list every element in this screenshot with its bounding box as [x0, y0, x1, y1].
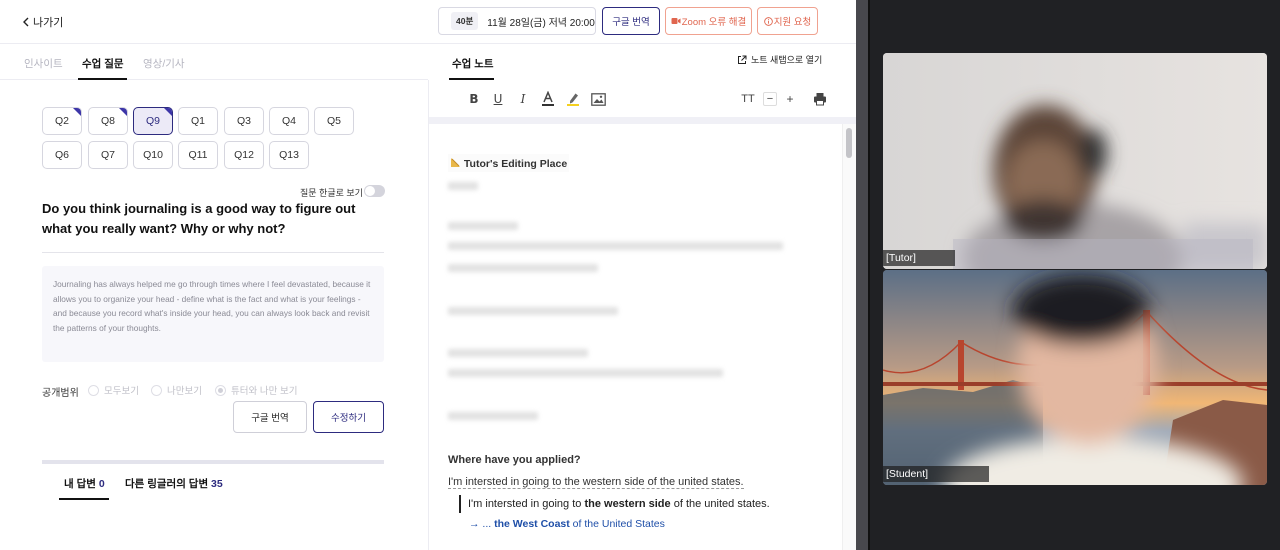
radio-icon	[151, 384, 162, 396]
chevron-left-icon	[23, 17, 29, 27]
session-info: 40분 11월 28일(금) 저녁 20:00	[438, 7, 596, 35]
left-tabs: 인사이트 수업 질문 영상/기사	[0, 44, 428, 80]
google-translate-button[interactable]: 구글 번역	[602, 7, 660, 35]
divider	[42, 252, 384, 253]
toolbar-divider	[429, 117, 856, 124]
blurred-note-line	[448, 307, 618, 315]
visibility-option-me[interactable]: 나만보기	[151, 383, 202, 397]
korean-toggle-label: 질문 한글로 보기	[300, 188, 363, 198]
answered-marker	[119, 108, 127, 116]
blurred-note-line	[448, 222, 518, 230]
answered-marker	[164, 108, 172, 116]
korean-toggle-switch[interactable]	[364, 185, 385, 197]
question-chip[interactable]: Q8	[88, 107, 128, 135]
window-divider[interactable]	[856, 0, 868, 550]
open-note-new-tab-link[interactable]: 노트 새탭으로 열기	[737, 53, 822, 66]
editor-toolbar: B U I TT − +	[429, 80, 856, 118]
question-chip[interactable]: Q3	[224, 107, 264, 135]
highlighter-icon[interactable]	[565, 90, 581, 108]
ruler-pencil-icon	[450, 157, 461, 168]
student-video-feed	[883, 270, 1267, 485]
student-name-label: [Student]	[883, 466, 989, 482]
active-tab-indicator	[59, 498, 109, 500]
note-tab-title[interactable]: 수업 노트	[452, 56, 494, 71]
answers-tabs: 내 답변 0 다른 링글러의 답변 35	[42, 464, 384, 500]
radio-checked-icon	[215, 384, 226, 396]
visibility-option-tutor-me[interactable]: 튜터와 나만 보기	[215, 383, 297, 397]
editor-scrollbar-thumb[interactable]	[846, 128, 852, 158]
note-correction: → ... the West Coast of the United State…	[469, 518, 665, 530]
visibility-label: 공개범위	[42, 388, 79, 399]
italic-icon[interactable]: I	[516, 90, 530, 108]
back-button[interactable]: 나가기	[22, 14, 63, 30]
bold-icon[interactable]: B	[467, 90, 481, 108]
active-tab-indicator	[78, 78, 127, 80]
tutor-video-feed	[883, 53, 1267, 269]
tutor-name-label: [Tutor]	[883, 250, 955, 266]
tab-others-answers[interactable]: 다른 링글러의 답변 35	[125, 476, 223, 491]
note-quote: I'm intersted in going to the western si…	[459, 495, 770, 513]
editor-scrollbar[interactable]	[842, 124, 856, 550]
session-time: 11월 28일(금) 저녁 20:00	[487, 17, 595, 29]
back-label: 나가기	[33, 17, 64, 29]
blurred-note-line	[448, 264, 598, 272]
question-chip[interactable]: Q10	[133, 141, 173, 169]
tutor-video-tile: [Tutor]	[883, 53, 1267, 269]
tab-video-article[interactable]: 영상/기사	[143, 56, 185, 71]
blurred-note-line	[448, 349, 588, 357]
question-chip[interactable]: Q4	[269, 107, 309, 135]
question-chip[interactable]: Q11	[178, 141, 218, 169]
translate-answer-button[interactable]: 구글 번역	[233, 401, 307, 433]
external-link-icon	[738, 55, 747, 64]
support-request-label: 지원 요청	[773, 17, 812, 28]
radio-icon	[88, 384, 99, 396]
question-chip[interactable]: Q2	[42, 107, 82, 135]
decrease-font-button[interactable]: −	[763, 92, 777, 106]
increase-font-button[interactable]: +	[783, 90, 797, 108]
print-icon[interactable]	[812, 90, 828, 108]
zoom-error-button[interactable]: Zoom 오류 해결	[665, 7, 752, 35]
edit-answer-button[interactable]: 수정하기	[313, 401, 384, 433]
font-size-icon[interactable]: TT	[740, 90, 756, 108]
image-icon[interactable]	[590, 90, 606, 108]
question-chip-active[interactable]: Q9	[133, 107, 173, 135]
zoom-error-label: Zoom 오류 해결	[681, 17, 747, 28]
note-original-answer: I'm intersted in going to the western si…	[448, 476, 744, 489]
my-answer-text: Journaling has always helped me go throu…	[42, 266, 384, 362]
answered-marker	[73, 108, 81, 116]
question-chip[interactable]: Q6	[42, 141, 82, 169]
tab-questions[interactable]: 수업 질문	[82, 56, 124, 71]
tab-my-answers[interactable]: 내 답변 0	[64, 476, 105, 491]
question-chip[interactable]: Q5	[314, 107, 354, 135]
text-color-icon[interactable]	[540, 90, 556, 108]
blurred-note-line	[448, 369, 723, 377]
question-chip[interactable]: Q7	[88, 141, 128, 169]
visibility-option-all[interactable]: 모두보기	[88, 383, 139, 397]
tutor-editing-place-heading: Tutor's Editing Place	[448, 154, 570, 172]
student-video-tile: [Student]	[883, 270, 1267, 485]
support-request-button[interactable]: 지원 요청	[757, 7, 818, 35]
session-duration-badge: 40분	[451, 12, 479, 30]
note-editor[interactable]: Tutor's Editing Place Where have you app…	[429, 124, 842, 550]
blurred-note-line	[448, 412, 538, 420]
question-chip[interactable]: Q12	[224, 141, 264, 169]
blurred-note-line	[448, 182, 478, 190]
question-chip[interactable]: Q13	[269, 141, 309, 169]
blurred-note-line	[448, 242, 783, 250]
info-icon	[763, 16, 773, 26]
window-divider-line	[868, 0, 870, 550]
underline-icon[interactable]: U	[491, 90, 505, 108]
note-question: Where have you applied?	[448, 454, 581, 466]
tab-insight[interactable]: 인사이트	[24, 56, 63, 71]
question-text: Do you think journaling is a good way to…	[42, 201, 356, 236]
question-chip[interactable]: Q1	[178, 107, 218, 135]
zoom-camera-icon	[671, 18, 681, 24]
